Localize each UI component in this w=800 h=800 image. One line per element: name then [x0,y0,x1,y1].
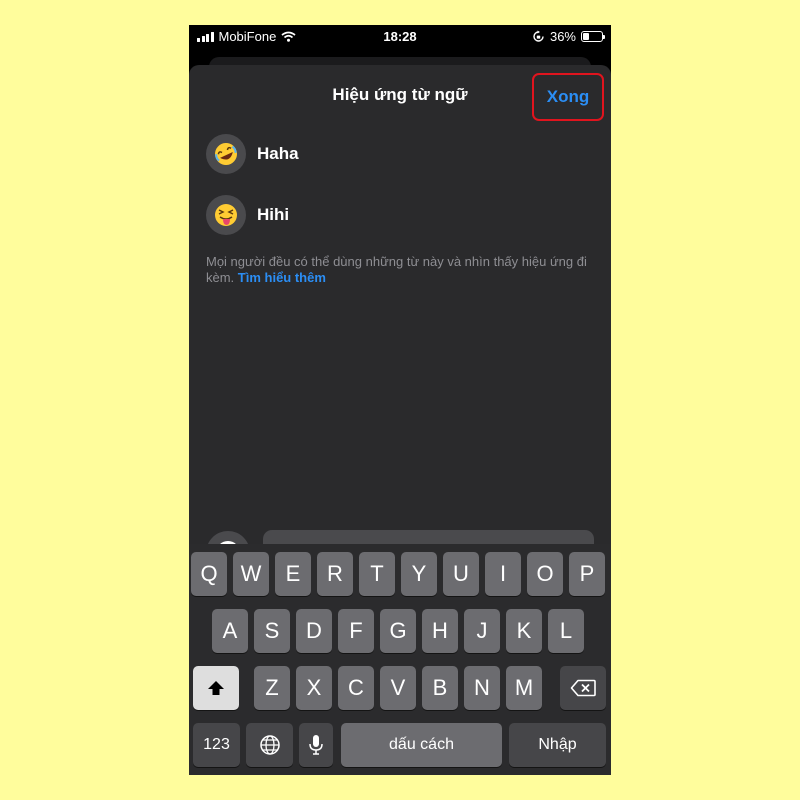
key-v[interactable]: V [380,666,416,710]
word-label: Hihi [257,205,290,224]
globe-icon [259,735,280,755]
key-h[interactable]: H [422,609,458,653]
key-k[interactable]: K [506,609,542,653]
word-item-haha[interactable]: Haha [206,134,299,174]
squinting-tongue-emoji-icon [215,204,237,226]
status-right: 36% [532,29,605,44]
key-c[interactable]: C [338,666,374,710]
key-p[interactable]: P [569,552,605,596]
globe-key[interactable] [246,723,293,767]
delete-key[interactable] [560,666,606,710]
word-item-hihi[interactable]: Hihi [206,195,289,235]
key-y[interactable]: Y [401,552,437,596]
mic-icon [309,735,323,755]
learn-more-link[interactable]: Tìm hiểu thêm [238,270,326,285]
key-l[interactable]: L [548,609,584,653]
dictation-key[interactable] [299,723,333,767]
key-t[interactable]: T [359,552,395,596]
emoji-badge [206,195,246,235]
shift-icon [208,681,224,695]
key-i[interactable]: I [485,552,521,596]
word-label: Haha [257,144,299,163]
orientation-lock-icon [533,30,544,42]
key-g[interactable]: G [380,609,416,653]
return-key[interactable]: Nhập [509,723,606,767]
key-j[interactable]: J [464,609,500,653]
battery-percent: 36% [549,29,576,44]
battery-fill [583,33,590,40]
key-w[interactable]: W [233,552,269,596]
key-e[interactable]: E [275,552,311,596]
key-z[interactable]: Z [254,666,290,710]
numbers-key[interactable]: 123 [193,723,240,767]
key-o[interactable]: O [527,552,563,596]
key-d[interactable]: D [296,609,332,653]
status-bar: MobiFone 18:28 36% [189,25,611,47]
key-f[interactable]: F [338,609,374,653]
key-q[interactable]: Q [191,552,227,596]
phone-screen: MobiFone 18:28 36% Hiệu ứng từ ngữ Xong [189,25,611,775]
key-a[interactable]: A [212,609,248,653]
done-button[interactable]: Xong [532,73,604,121]
key-r[interactable]: R [317,552,353,596]
delete-icon [570,679,596,697]
emoji-badge [206,134,246,174]
key-s[interactable]: S [254,609,290,653]
shift-key[interactable] [193,666,239,710]
key-b[interactable]: B [422,666,458,710]
rofl-emoji-icon [215,143,237,165]
key-u[interactable]: U [443,552,479,596]
key-m[interactable]: M [506,666,542,710]
battery-icon [581,31,605,42]
key-n[interactable]: N [464,666,500,710]
info-note: Mọi người đều có thể dùng những từ này v… [206,254,606,286]
space-key[interactable]: dấu cách [341,723,502,767]
keyboard: 123 dấu cách Nhập QWERTYUIOP ASDFGHJKL ZXC… [189,544,611,775]
key-x[interactable]: X [296,666,332,710]
